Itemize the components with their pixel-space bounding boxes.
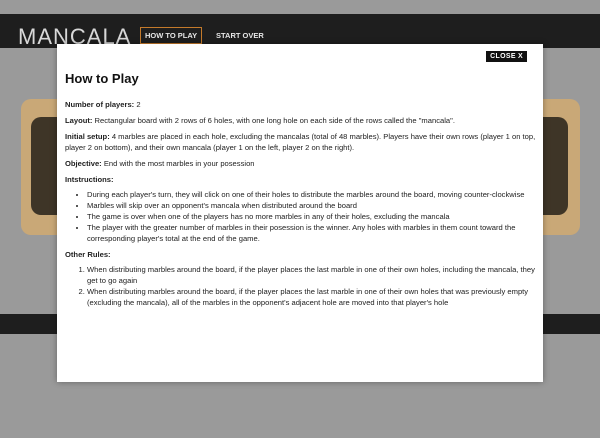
layout-paragraph: Layout: Rectangular board with 2 rows of… bbox=[65, 115, 537, 126]
nav-start-over[interactable]: START OVER bbox=[216, 31, 264, 40]
players-paragraph: Number of players: 2 bbox=[65, 99, 537, 110]
modal-content: Number of players: 2 Layout: Rectangular… bbox=[65, 99, 537, 313]
other-rules-list: When distributing marbles around the boa… bbox=[65, 264, 537, 308]
instructions-list: During each player's turn, they will cli… bbox=[65, 189, 537, 244]
nav-how-to-play[interactable]: HOW TO PLAY bbox=[140, 27, 203, 44]
list-item: When distributing marbles around the boa… bbox=[87, 286, 537, 308]
other-rules-heading: Other Rules: bbox=[65, 250, 111, 259]
close-button[interactable]: CLOSE X bbox=[486, 51, 527, 62]
list-item: The game is over when one of the players… bbox=[87, 211, 537, 222]
setup-label: Initial setup: bbox=[65, 132, 110, 141]
setup-paragraph: Initial setup: 4 marbles are placed in e… bbox=[65, 131, 537, 153]
list-item: When distributing marbles around the boa… bbox=[87, 264, 537, 286]
layout-value: Rectangular board with 2 rows of 6 holes… bbox=[92, 116, 455, 125]
top-bar: MANCALA bbox=[0, 14, 600, 49]
setup-value: 4 marbles are placed in each hole, exclu… bbox=[65, 132, 536, 152]
objective-value: End with the most marbles in your posess… bbox=[101, 159, 255, 168]
mancala-right bbox=[540, 117, 568, 215]
players-value: 2 bbox=[134, 100, 141, 109]
list-item: Marbles will skip over an opponent's man… bbox=[87, 200, 537, 211]
list-item: The player with the greater number of ma… bbox=[87, 222, 537, 244]
layout-label: Layout: bbox=[65, 116, 93, 125]
players-label: Number of players: bbox=[65, 100, 135, 109]
how-to-play-modal: CLOSE X How to Play Number of players: 2… bbox=[57, 44, 543, 382]
instructions-heading: Intstructions: bbox=[65, 175, 114, 184]
objective-label: Objective: bbox=[65, 159, 102, 168]
objective-paragraph: Objective: End with the most marbles in … bbox=[65, 158, 537, 169]
list-item: During each player's turn, they will cli… bbox=[87, 189, 537, 200]
modal-title: How to Play bbox=[65, 71, 139, 86]
